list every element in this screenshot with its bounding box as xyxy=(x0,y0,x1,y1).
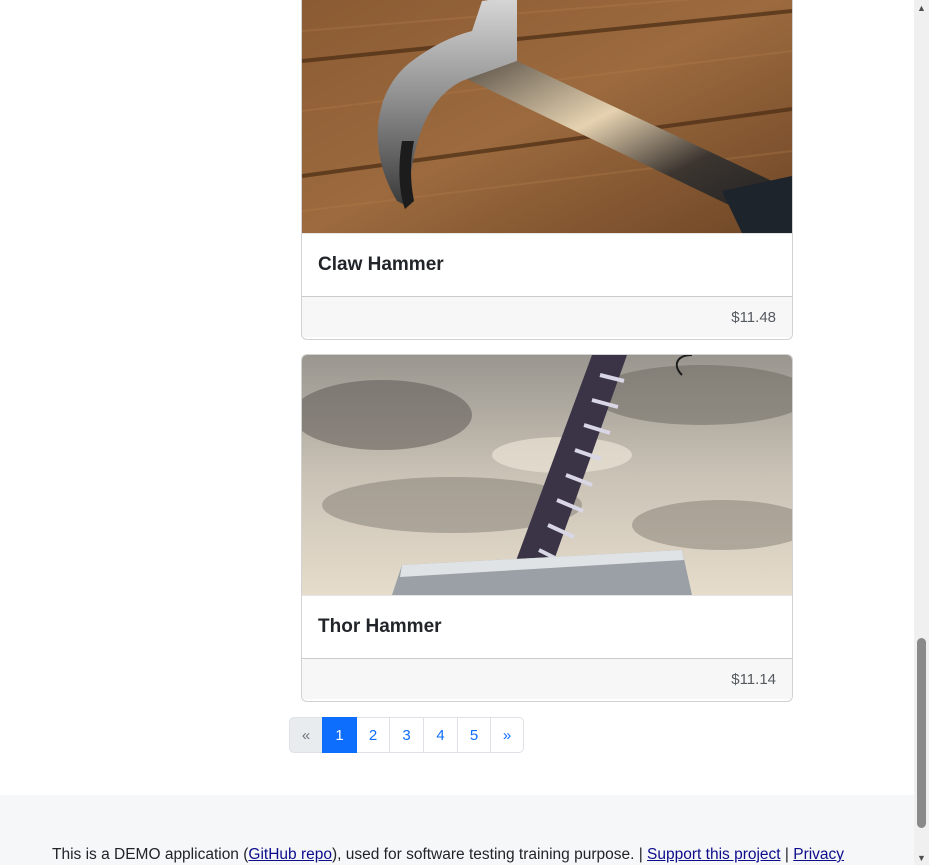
product-price: $11.14 xyxy=(731,670,776,688)
scrollbar-thumb[interactable] xyxy=(917,638,926,828)
footer-text: This is a DEMO application (GitHub repo)… xyxy=(52,846,844,864)
github-repo-link[interactable]: GitHub repo xyxy=(248,846,332,863)
support-project-link[interactable]: Support this project xyxy=(647,846,781,863)
thor-hammer-photo-icon xyxy=(302,355,792,595)
scroll-up-arrow-icon[interactable]: ▲ xyxy=(914,0,929,15)
vertical-scrollbar[interactable]: ▲ ▼ xyxy=(914,0,929,865)
card-footer: $11.48 xyxy=(302,296,792,337)
product-price: $11.48 xyxy=(731,308,776,326)
card-footer: $11.14 xyxy=(302,658,792,699)
pagination: « 1 2 3 4 5 » xyxy=(289,717,524,753)
claw-hammer-photo-icon xyxy=(302,0,792,233)
pagination-next[interactable]: » xyxy=(490,717,524,753)
product-card-claw-hammer[interactable]: Claw Hammer $11.48 xyxy=(301,0,793,340)
scroll-down-arrow-icon[interactable]: ▼ xyxy=(914,850,929,865)
pagination-page-1[interactable]: 1 xyxy=(322,717,357,753)
footer-text-part: This is a DEMO application ( xyxy=(52,846,249,863)
page: Claw Hammer $11.48 Thor Hammer $11.14 « … xyxy=(0,0,914,865)
pagination-previous: « xyxy=(289,717,323,753)
pagination-page-2[interactable]: 2 xyxy=(356,717,390,753)
claw-hammer-image[interactable] xyxy=(302,0,792,233)
site-footer: This is a DEMO application (GitHub repo)… xyxy=(0,795,914,865)
pagination-page-4[interactable]: 4 xyxy=(423,717,458,753)
thor-hammer-image[interactable] xyxy=(302,355,792,595)
pagination-page-5[interactable]: 5 xyxy=(457,717,491,753)
privacy-link[interactable]: Privacy xyxy=(793,846,844,863)
product-name: Claw Hammer xyxy=(318,254,444,275)
footer-text-part: | xyxy=(780,846,794,863)
card-body: Thor Hammer xyxy=(302,595,792,658)
product-card-thor-hammer[interactable]: Thor Hammer $11.14 xyxy=(301,354,793,702)
pagination-page-3[interactable]: 3 xyxy=(389,717,424,753)
footer-text-part: ), used for software testing training pu… xyxy=(331,846,648,863)
card-body: Claw Hammer xyxy=(302,233,792,296)
product-name: Thor Hammer xyxy=(318,616,442,637)
